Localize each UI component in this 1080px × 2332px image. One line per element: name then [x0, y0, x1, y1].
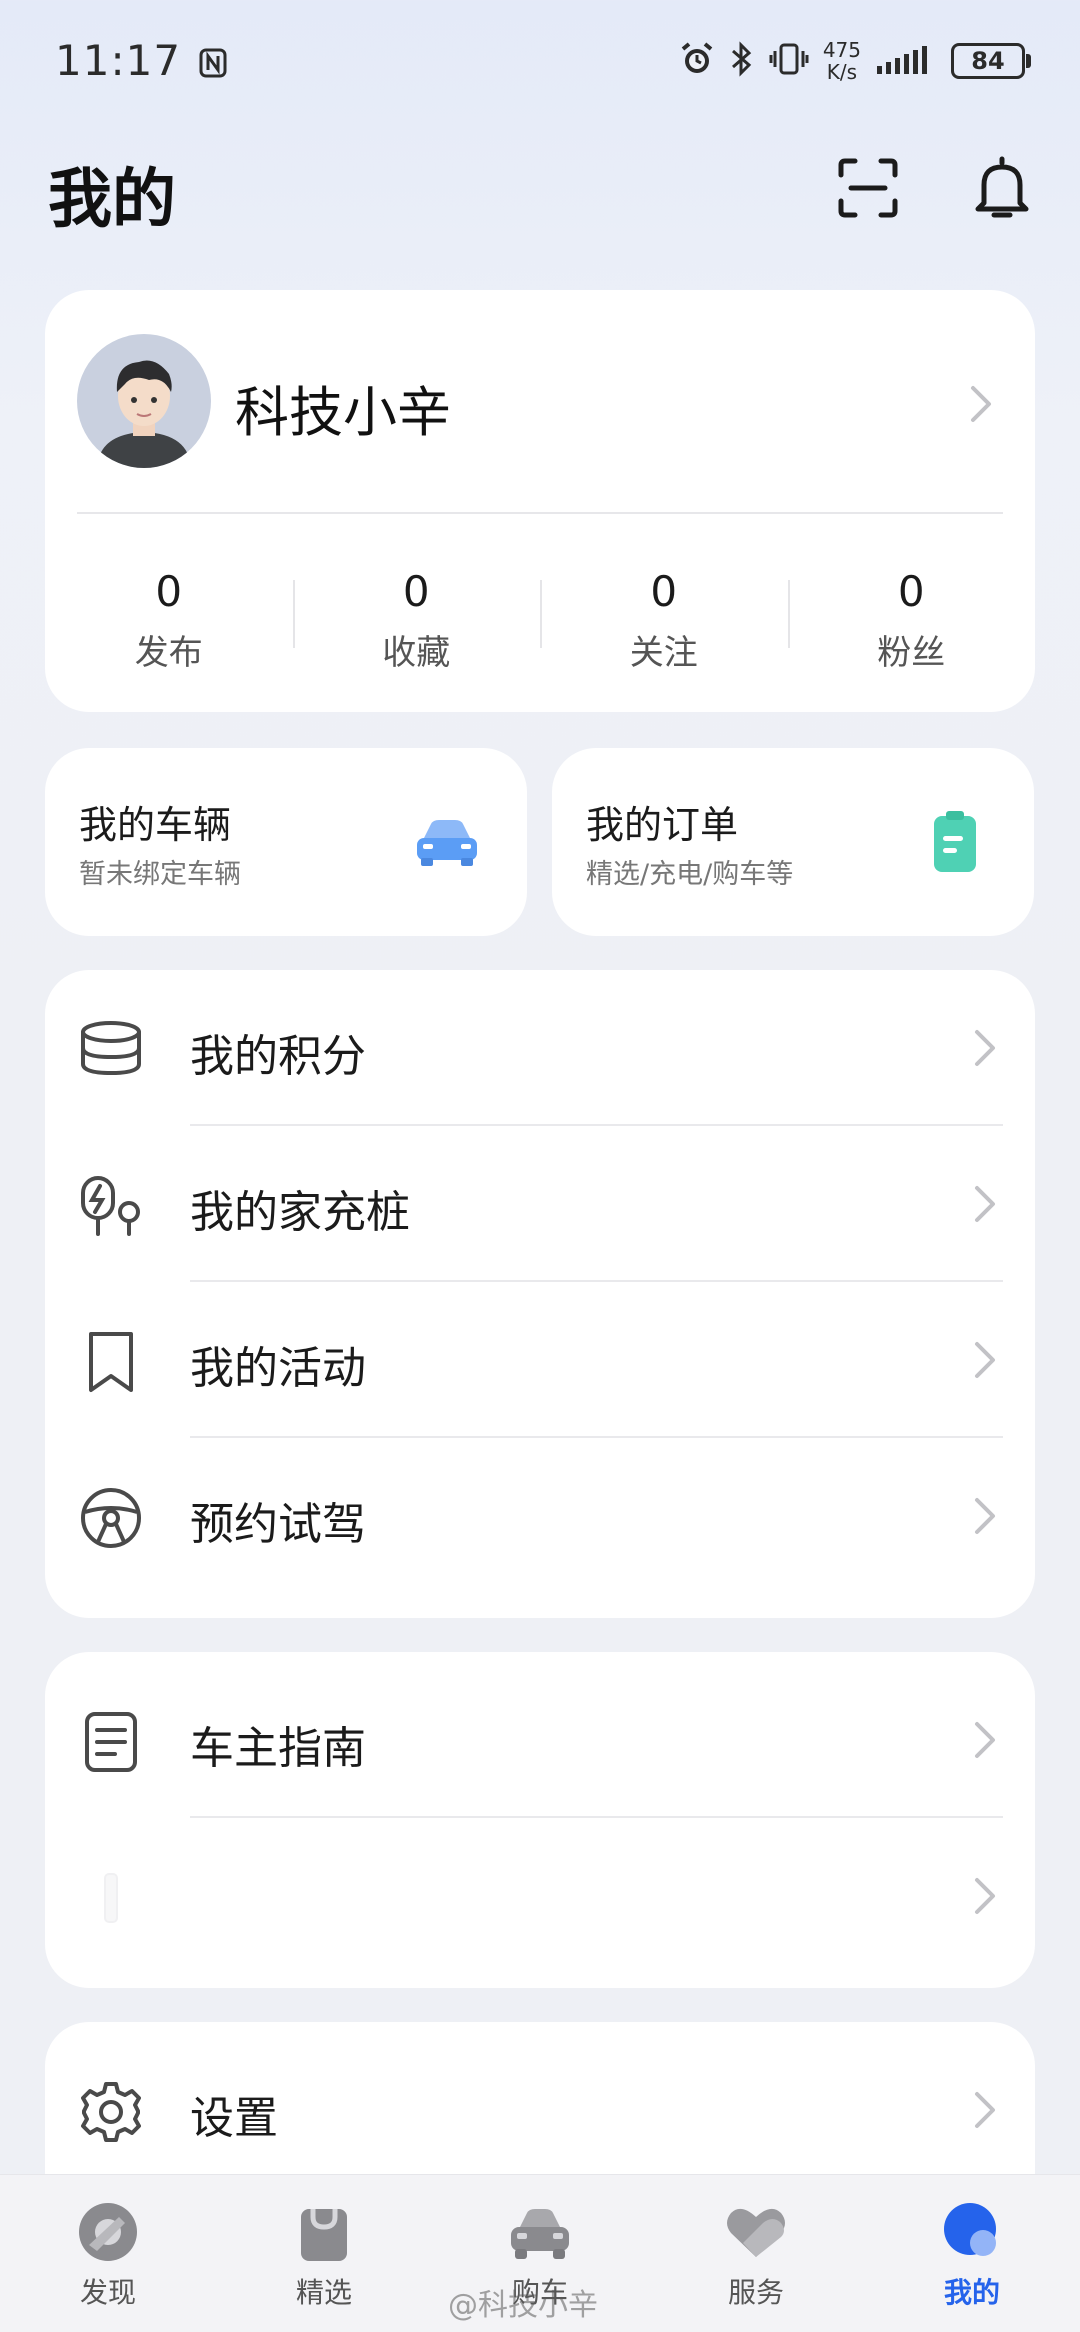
stat-value: 0	[897, 566, 925, 616]
menu-label: 我的积分	[190, 1031, 366, 1082]
menu-item-blank[interactable]	[45, 1818, 1035, 1974]
chevron-right-icon	[971, 1340, 999, 1384]
shopping-bag-icon	[301, 2209, 347, 2261]
discover-icon	[79, 2203, 137, 2261]
divider	[77, 512, 1003, 514]
document-icon	[79, 1710, 143, 1774]
card-subtitle: 精选/充电/购车等	[586, 859, 794, 890]
net-speed: 475 K/s	[822, 38, 861, 84]
menu-group-guides: 车主指南	[45, 1652, 1035, 1988]
bluetooth-icon	[729, 41, 755, 81]
stat-label: 发布	[134, 632, 203, 673]
gear-icon	[79, 2080, 143, 2144]
battery-indicator: 84	[951, 43, 1031, 79]
chevron-right-icon	[971, 2090, 999, 2134]
my-orders-card[interactable]: 我的订单 精选/充电/购车等	[552, 748, 1034, 936]
menu-item-test-drive[interactable]: 预约试驾	[45, 1438, 1035, 1594]
chevron-right-icon	[971, 1720, 999, 1764]
card-title: 我的车辆	[79, 803, 232, 847]
menu-label: 预约试驾	[190, 1499, 366, 1550]
heart-icon	[727, 2208, 785, 2257]
nfc-icon	[199, 39, 227, 88]
car-icon	[511, 2209, 569, 2259]
stat-value: 0	[155, 566, 183, 616]
my-vehicle-card[interactable]: 我的车辆 暂未绑定车辆	[45, 748, 527, 936]
stat-label: 收藏	[382, 632, 451, 673]
chevron-right-icon	[971, 1496, 999, 1540]
signal-icon	[875, 42, 937, 80]
card-subtitle: 暂未绑定车辆	[79, 859, 241, 890]
coins-icon	[79, 1018, 143, 1082]
vibrate-icon	[769, 41, 809, 81]
menu-item-activities[interactable]: 我的活动	[45, 1282, 1035, 1438]
bell-icon[interactable]	[966, 152, 1038, 224]
stat-label: 粉丝	[877, 632, 946, 673]
stat-value: 0	[402, 566, 430, 616]
stat-fans[interactable]: 0 粉丝	[787, 526, 1036, 712]
status-time: 11:17	[55, 36, 227, 88]
stat-following[interactable]: 0 关注	[540, 526, 788, 712]
menu-label: 车主指南	[190, 1723, 366, 1774]
menu-group-primary: 我的积分 我的家充桩 我的活动 预约试驾	[45, 970, 1035, 1618]
username[interactable]: 科技小辛	[235, 368, 451, 447]
page-title: 我的	[48, 163, 176, 237]
nav-featured[interactable]: 精选	[216, 2175, 432, 2332]
nav-label: 精选	[295, 2276, 352, 2309]
nav-service[interactable]: 服务	[648, 2175, 864, 2332]
profile-icon	[944, 2203, 996, 2256]
steering-wheel-icon	[79, 1486, 143, 1550]
car-icon	[411, 806, 483, 878]
menu-label: 设置	[190, 2093, 278, 2144]
stat-posts[interactable]: 0 发布	[45, 526, 293, 712]
nav-mine[interactable]: 我的	[864, 2175, 1080, 2332]
charger-icon	[79, 1174, 143, 1238]
nav-discover[interactable]: 发现	[0, 2175, 216, 2332]
menu-item-home-charger[interactable]: 我的家充桩	[45, 1126, 1035, 1282]
menu-label: 我的活动	[190, 1343, 366, 1394]
card-title: 我的订单	[586, 803, 739, 847]
avatar[interactable]	[77, 334, 211, 468]
chevron-right-icon	[971, 1876, 999, 1920]
scan-icon[interactable]	[832, 152, 904, 224]
watermark: @科技小辛	[448, 2288, 598, 2323]
profile-card[interactable]: 科技小辛 0 发布 0 收藏 0 关注 0 粉丝	[45, 290, 1035, 712]
menu-item-owner-guide[interactable]: 车主指南	[45, 1662, 1035, 1818]
menu-item-settings[interactable]: 设置	[45, 2032, 1035, 2188]
menu-item-points[interactable]: 我的积分	[45, 970, 1035, 1126]
nav-label: 发现	[79, 2276, 136, 2309]
menu-label: 我的家充桩	[190, 1187, 410, 1238]
chevron-right-icon	[971, 1184, 999, 1228]
alarm-icon	[679, 41, 715, 81]
clipboard-icon	[918, 806, 990, 878]
stat-favorites[interactable]: 0 收藏	[292, 526, 541, 712]
nav-label: 我的	[943, 2276, 1000, 2309]
stat-label: 关注	[629, 632, 698, 673]
blank-icon	[79, 1866, 143, 1930]
chevron-right-icon	[967, 384, 995, 428]
profile-stats: 0 发布 0 收藏 0 关注 0 粉丝	[45, 526, 1035, 712]
status-icons: 475 K/s 84	[679, 36, 1031, 86]
chevron-right-icon	[971, 1028, 999, 1072]
bookmark-icon	[79, 1330, 143, 1394]
nav-label: 服务	[727, 2276, 784, 2309]
stat-value: 0	[650, 566, 678, 616]
